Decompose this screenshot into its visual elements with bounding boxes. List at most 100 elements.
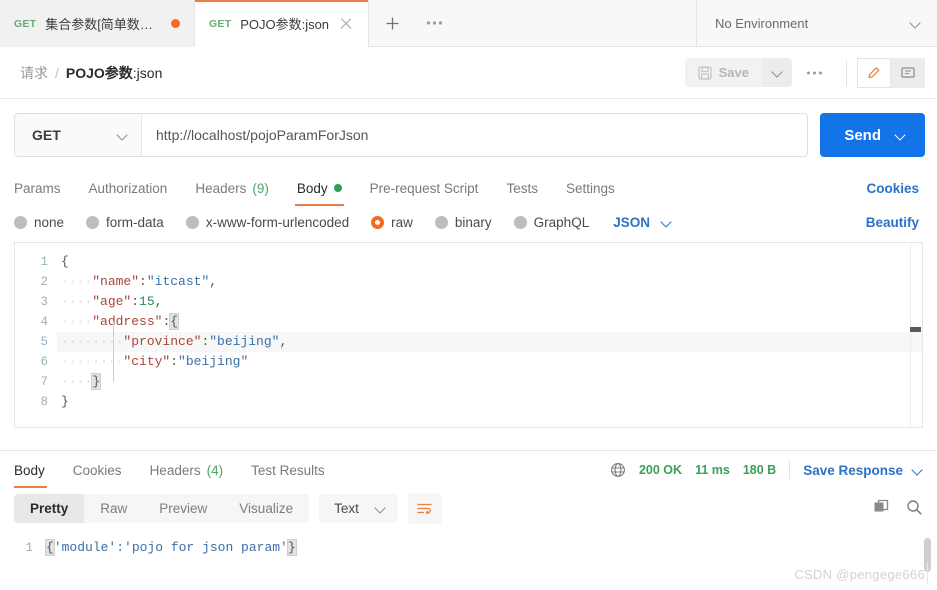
tab-label: Body — [14, 463, 45, 478]
tab-authorization[interactable]: Authorization — [75, 171, 182, 205]
copy-button[interactable] — [873, 499, 890, 519]
response-time: 11 ms — [695, 463, 730, 477]
editor-vertical-scrollbar[interactable] — [910, 243, 922, 427]
tab-bar-spacer — [453, 0, 697, 46]
tab-count-badge: (9) — [252, 181, 269, 196]
response-size: 180 B — [743, 463, 776, 477]
request-body-editor[interactable]: 1 2 3 4 5 6 7 8 { ····"name":"itcast", ·… — [14, 242, 923, 428]
environment-label: No Environment — [715, 16, 808, 31]
wrap-text-button[interactable] — [408, 493, 442, 524]
save-response-button[interactable]: Save Response — [803, 463, 923, 478]
comment-request-button[interactable] — [891, 58, 925, 88]
line-number: 4 — [15, 312, 48, 332]
new-tab-button[interactable] — [369, 0, 415, 46]
body-type-label: binary — [455, 215, 492, 230]
radio-icon-selected — [371, 216, 384, 229]
json-string-value: "beijing" — [178, 354, 248, 369]
environment-selector[interactable]: No Environment — [697, 0, 937, 46]
save-button[interactable]: Save — [685, 58, 762, 87]
code-line-7: ····} — [57, 372, 922, 392]
edit-request-button[interactable] — [857, 58, 891, 88]
line-number: 1 — [0, 538, 33, 558]
save-options-button[interactable] — [762, 58, 792, 87]
response-tabs-bar: Body Cookies Headers (4) Test Results 20… — [0, 451, 937, 489]
breadcrumb: 请求 / POJO参数:json — [20, 63, 162, 83]
cookies-link[interactable]: Cookies — [866, 181, 919, 196]
code-line-6: ········"city":"beijing" — [57, 352, 922, 372]
body-type-row: none form-data x-www-form-urlencoded raw… — [0, 205, 937, 242]
tab-settings[interactable]: Settings — [552, 171, 629, 205]
request-more-button[interactable] — [792, 58, 836, 88]
chevron-down-icon[interactable] — [895, 130, 906, 141]
tab-method-label: GET — [14, 18, 36, 30]
save-label: Save — [719, 65, 749, 80]
body-type-none[interactable]: none — [14, 215, 64, 230]
wrap-text-icon — [416, 502, 433, 516]
tab-label: Pre-request Script — [370, 181, 479, 196]
send-label: Send — [844, 127, 881, 144]
tab-pre-request-script[interactable]: Pre-request Script — [356, 171, 493, 205]
dots-horizontal-icon — [426, 20, 443, 26]
chevron-down-icon — [117, 130, 128, 141]
editor-code-area[interactable]: { ····"name":"itcast", ····"age":15, ···… — [57, 243, 922, 427]
url-bar: GET Send — [0, 99, 937, 171]
tab-label: Tests — [506, 181, 538, 196]
response-body-viewer[interactable]: 1 {'module':'pojo for json param'} — [0, 532, 937, 558]
response-tab-test-results[interactable]: Test Results — [237, 453, 339, 487]
response-tab-body[interactable]: Body — [14, 453, 59, 487]
send-button[interactable]: Send — [820, 113, 925, 157]
tab-headers[interactable]: Headers (9) — [181, 171, 283, 205]
tab-body[interactable]: Body — [283, 171, 356, 205]
body-type-form-data[interactable]: form-data — [86, 215, 164, 230]
request-tab-2[interactable]: GET POJO参数:json — [195, 0, 369, 47]
url-input[interactable] — [142, 114, 807, 156]
response-view-visualize[interactable]: Visualize — [223, 494, 309, 523]
tab-label: Headers — [195, 181, 246, 196]
body-type-binary[interactable]: binary — [435, 215, 492, 230]
code-line-1: { — [57, 252, 922, 272]
code-line-4: ····"address":{ — [57, 312, 922, 332]
tab-label: Settings — [566, 181, 615, 196]
tab-label: Authorization — [89, 181, 168, 196]
chevron-down-icon — [912, 465, 923, 476]
tab-params[interactable]: Params — [14, 171, 75, 205]
body-format-select[interactable]: JSON — [613, 215, 672, 230]
response-view-preview[interactable]: Preview — [143, 494, 223, 523]
divider — [846, 60, 847, 86]
close-icon[interactable] — [338, 16, 354, 32]
page-title-main: POJO参数 — [66, 65, 133, 81]
tab-bar-more-button[interactable] — [415, 0, 453, 46]
code-line-8: } — [57, 392, 922, 412]
text-cursor — [927, 562, 928, 584]
body-present-dot-icon — [334, 184, 342, 192]
radio-icon — [514, 216, 527, 229]
plus-icon — [385, 16, 400, 31]
beautify-link[interactable]: Beautify — [866, 215, 919, 230]
breadcrumb-folder[interactable]: 请求 — [20, 63, 48, 83]
http-method-select[interactable]: GET — [15, 114, 142, 156]
json-body-text: 'module':'pojo for json param' — [54, 540, 288, 555]
response-view-raw[interactable]: Raw — [84, 494, 143, 523]
response-tab-headers[interactable]: Headers (4) — [136, 453, 238, 487]
body-type-graphql[interactable]: GraphQL — [514, 215, 590, 230]
response-format-select[interactable]: Text — [319, 494, 398, 523]
tab-label: Cookies — [73, 463, 122, 478]
body-type-raw[interactable]: raw — [371, 215, 413, 230]
tab-tests[interactable]: Tests — [492, 171, 552, 205]
unsaved-dot-icon — [171, 19, 180, 28]
chevron-down-icon — [661, 217, 672, 228]
postman-window: GET 集合参数[简单数据]... GET POJO参数:json No Env… — [0, 0, 937, 590]
tab-title-label: 集合参数[简单数据]... — [45, 14, 162, 33]
search-button[interactable] — [906, 499, 923, 519]
response-view-pretty[interactable]: Pretty — [14, 494, 84, 523]
body-type-x-www-form-urlencoded[interactable]: x-www-form-urlencoded — [186, 215, 349, 230]
request-tab-1[interactable]: GET 集合参数[简单数据]... — [0, 0, 195, 47]
chevron-down-icon — [772, 67, 783, 78]
request-header-bar: 请求 / POJO参数:json Save — [0, 47, 937, 99]
tab-label: Body — [297, 181, 328, 196]
search-icon — [906, 499, 923, 516]
globe-icon[interactable] — [610, 462, 626, 478]
editor-scrollbar-thumb[interactable] — [910, 327, 921, 332]
response-tab-cookies[interactable]: Cookies — [59, 453, 136, 487]
tab-label: Params — [14, 181, 61, 196]
